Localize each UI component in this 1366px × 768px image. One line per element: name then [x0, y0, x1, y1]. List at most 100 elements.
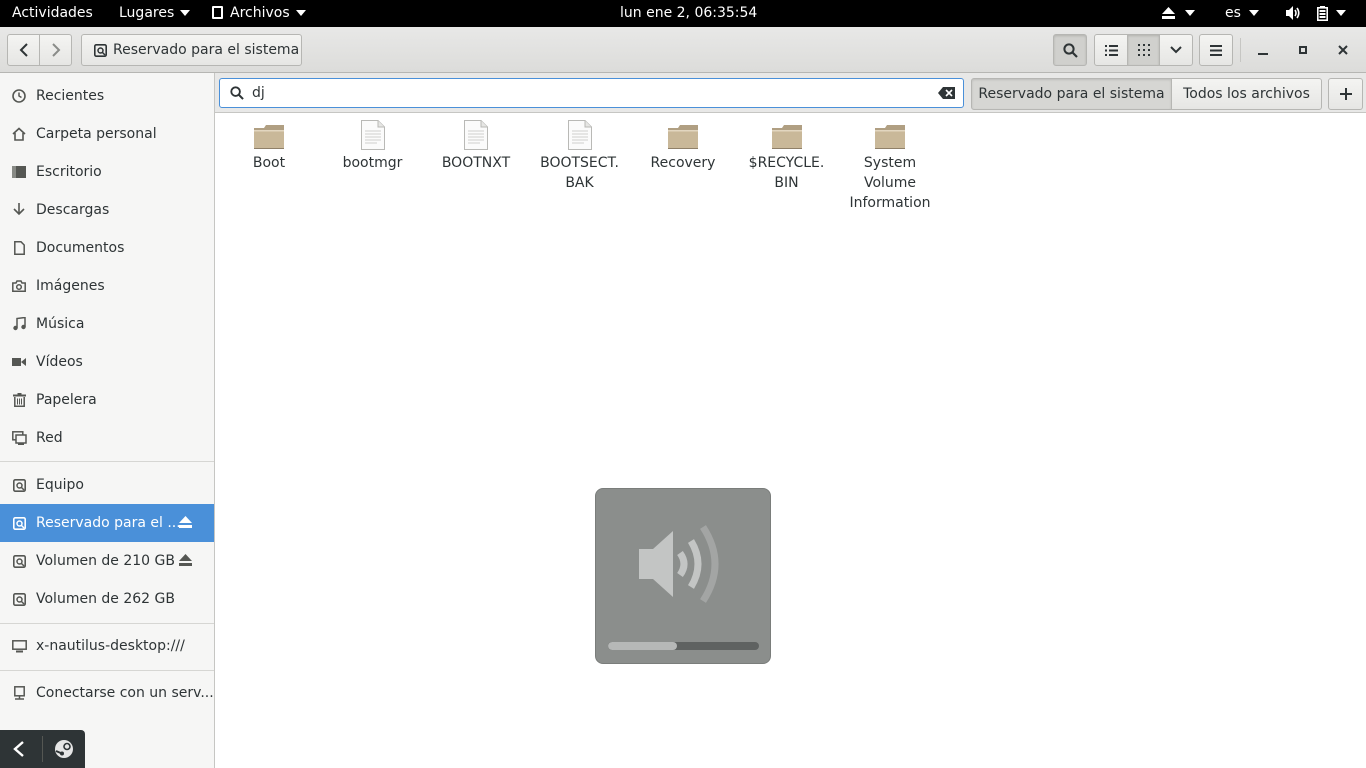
sidebar-item-videos[interactable]: Vídeos — [0, 343, 214, 381]
list-view-button[interactable] — [1094, 34, 1128, 66]
sidebar-item-volume-262[interactable]: Volumen de 262 GB — [0, 580, 214, 618]
top-bar: Actividades Lugares Archivos lun ene 2, … — [0, 0, 1366, 27]
location-label: Reservado para el sistema — [113, 42, 300, 58]
music-icon — [11, 316, 27, 332]
folder-icon — [217, 120, 321, 150]
chevron-down-icon — [1248, 10, 1259, 16]
sidebar-item-recent[interactable]: Recientes — [0, 77, 214, 115]
chevron-down-icon — [180, 10, 191, 16]
folder-item[interactable]: Recovery — [631, 120, 735, 173]
folder-item[interactable]: Boot — [217, 120, 321, 173]
file-name-label: bootmgr — [342, 155, 403, 171]
steam-icon[interactable] — [54, 739, 74, 759]
file-item[interactable]: BOOTSECT. BAK — [528, 120, 632, 193]
places-menu[interactable]: Lugares — [119, 0, 191, 27]
sidebar-separator — [0, 623, 214, 624]
folder-icon — [838, 120, 942, 150]
sidebar-item-label: Red — [36, 430, 63, 446]
plus-icon — [1339, 88, 1352, 100]
video-icon — [11, 354, 27, 370]
sidebar-item-desktop-bookmark[interactable]: x-nautilus-desktop:/// — [0, 627, 214, 665]
forward-button[interactable] — [39, 34, 72, 66]
file-name-label: Recovery — [650, 155, 716, 171]
close-icon — [1338, 45, 1348, 55]
activities-button[interactable]: Actividades — [12, 0, 93, 27]
sidebar-item-volume-210[interactable]: Volumen de 210 GB — [0, 542, 214, 580]
clock[interactable]: lun ene 2, 06:35:54 — [620, 0, 757, 27]
chevron-left-icon[interactable] — [12, 740, 26, 758]
chevron-down-icon — [1336, 10, 1347, 16]
sidebar-item-network[interactable]: Red — [0, 419, 214, 457]
sidebar-item-trash[interactable]: Papelera — [0, 381, 214, 419]
sidebar-item-desktop[interactable]: Escritorio — [0, 153, 214, 191]
search-entry[interactable] — [219, 78, 964, 108]
menu-button[interactable] — [1199, 34, 1233, 66]
search-bar: Reservado para el sistema Todos los arch… — [215, 73, 1366, 113]
file-item[interactable]: BOOTNXT — [424, 120, 528, 173]
minimize-button[interactable] — [1247, 34, 1279, 66]
chevron-down-icon — [295, 10, 306, 16]
sidebar-item-label: Volumen de 210 GB — [36, 553, 175, 569]
clear-search-icon[interactable] — [938, 87, 955, 99]
file-item[interactable]: bootmgr — [321, 120, 425, 173]
sidebar-separator — [0, 461, 214, 462]
sidebar-item-pictures[interactable]: Imágenes — [0, 267, 214, 305]
document-icon — [11, 240, 27, 256]
sidebar-item-home[interactable]: Carpeta personal — [0, 115, 214, 153]
steam-bar-divider — [42, 736, 43, 762]
grid-view-icon — [1137, 44, 1150, 56]
sidebar-item-downloads[interactable]: Descargas — [0, 191, 214, 229]
folder-icon — [735, 120, 839, 150]
eject-icon — [1162, 7, 1175, 19]
maximize-button[interactable] — [1287, 34, 1319, 66]
sidebar-item-label: Imágenes — [36, 278, 105, 294]
sidebar-item-label: Escritorio — [36, 164, 102, 180]
trash-icon — [11, 392, 27, 408]
sidebar-item-label: Carpeta personal — [36, 126, 157, 142]
sidebar-item-computer[interactable]: Equipo — [0, 466, 214, 504]
server-icon — [11, 685, 27, 701]
folder-item[interactable]: $RECYCLE. BIN — [735, 120, 839, 193]
eject-menu[interactable] — [1162, 0, 1195, 27]
add-search-criteria-button[interactable] — [1328, 78, 1363, 110]
minimize-icon — [1258, 53, 1268, 55]
search-toggle-button[interactable] — [1053, 34, 1087, 66]
search-input[interactable] — [252, 85, 912, 101]
text-file-icon — [528, 120, 632, 150]
back-button[interactable] — [7, 34, 40, 66]
home-icon — [11, 126, 27, 142]
camera-icon — [11, 278, 27, 294]
file-name-label: BOOTNXT — [441, 155, 511, 171]
text-file-icon — [424, 120, 528, 150]
drive-icon — [11, 591, 27, 607]
volume-level-bar — [608, 642, 759, 650]
download-icon — [11, 202, 27, 218]
language-menu[interactable]: es — [1225, 0, 1259, 27]
search-scope-all-button[interactable]: Todos los archivos — [1171, 78, 1322, 110]
folder-item[interactable]: System Volume Information — [838, 120, 942, 213]
location-path-button[interactable]: Reservado para el sistema — [81, 34, 302, 66]
grid-view-button[interactable] — [1127, 34, 1160, 66]
sidebar-item-music[interactable]: Música — [0, 305, 214, 343]
close-button[interactable] — [1327, 34, 1359, 66]
speaker-volume-icon — [639, 525, 719, 603]
sidebar-item-label: Papelera — [36, 392, 97, 408]
steam-overlay-bar — [0, 730, 85, 768]
sidebar: Recientes Carpeta personal Escritorio De… — [0, 73, 215, 768]
sidebar-item-label: Música — [36, 316, 85, 332]
places-label: Lugares — [119, 5, 175, 21]
eject-icon[interactable] — [179, 554, 192, 566]
drive-icon — [11, 477, 27, 493]
volume-icon — [1286, 6, 1300, 20]
search-scope-current-button[interactable]: Reservado para el sistema — [971, 78, 1172, 110]
sidebar-item-system-reserved[interactable]: Reservado para el ... — [0, 504, 214, 542]
sidebar-item-documents[interactable]: Documentos — [0, 229, 214, 267]
chevron-down-icon — [1185, 10, 1195, 16]
sidebar-item-label: Equipo — [36, 477, 84, 493]
sidebar-separator — [0, 670, 214, 671]
system-menu[interactable] — [1286, 0, 1347, 27]
eject-icon[interactable] — [179, 516, 192, 528]
app-menu[interactable]: Archivos — [212, 0, 306, 27]
view-options-button[interactable] — [1159, 34, 1193, 66]
sidebar-item-connect-server[interactable]: Conectarse con un serv... — [0, 674, 214, 712]
